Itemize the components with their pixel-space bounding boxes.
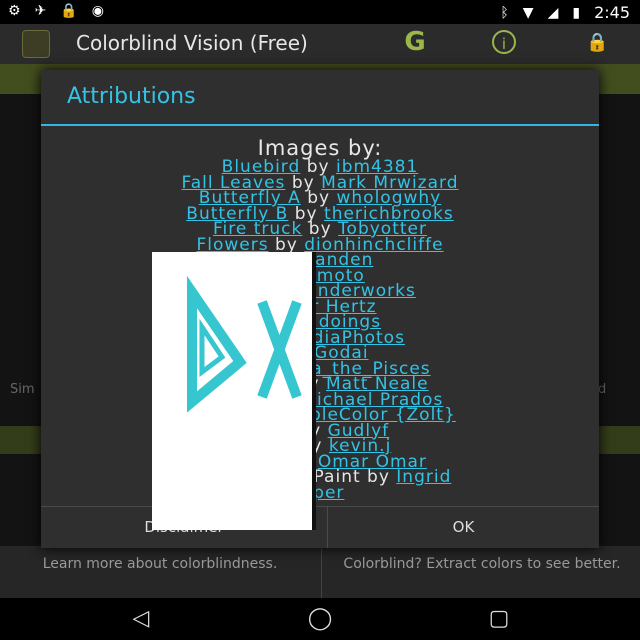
lock-icon[interactable]: 🔒	[586, 32, 608, 53]
learn-card[interactable]: Learn more about colorblindness.	[0, 546, 320, 573]
recents-button[interactable]: ▢	[484, 606, 514, 632]
lock-icon: 🔒	[60, 3, 78, 19]
card-divider	[321, 546, 322, 598]
signal-icon: ◢	[547, 4, 559, 21]
info-icon[interactable]: i	[492, 30, 516, 54]
bluetooth-icon: ᛒ	[500, 4, 509, 21]
back-button[interactable]: ◁	[126, 606, 156, 632]
ok-button[interactable]: OK	[328, 507, 599, 548]
app-logo-icon	[22, 30, 50, 58]
wifi-icon: ▼	[522, 4, 534, 21]
no-sim-icon: ✈	[34, 3, 47, 19]
android-icon: ◉	[91, 3, 104, 19]
overlay-image: DX	[152, 252, 312, 530]
navigation-bar: ◁ ◯ ▢	[0, 598, 640, 640]
dialog-title: Attributions	[67, 84, 196, 109]
credits-list[interactable]: Images by: Bluebird by ibm4381 Fall Leave…	[41, 136, 599, 504]
overlay-glyphs: DX	[187, 275, 302, 523]
attributions-dialog: Attributions Images by: Bluebird by ibm4…	[41, 70, 599, 548]
settings-icon: ⚙	[8, 3, 21, 19]
battery-icon: ▮	[572, 4, 581, 21]
g-logo-icon[interactable]: G	[395, 27, 435, 59]
author-link[interactable]: Ingrid	[396, 467, 451, 487]
home-button[interactable]: ◯	[305, 606, 335, 632]
overlay-text: DX	[232, 521, 234, 523]
app-bar: Colorblind Vision (Free) G i 🔒	[0, 24, 640, 64]
app-title: Colorblind Vision (Free)	[76, 31, 308, 55]
status-bar: ⚙ ✈ 🔒 ◉ ᛒ ▼ ◢ ▮ 2:45	[0, 0, 640, 24]
credit-row: mper	[41, 484, 599, 501]
extract-card[interactable]: Colorblind? Extract colors to see better…	[324, 546, 640, 573]
title-divider	[41, 124, 599, 126]
bottom-cards: Learn more about colorblindness. Colorbl…	[0, 546, 640, 598]
status-time: 2:45	[594, 3, 630, 22]
